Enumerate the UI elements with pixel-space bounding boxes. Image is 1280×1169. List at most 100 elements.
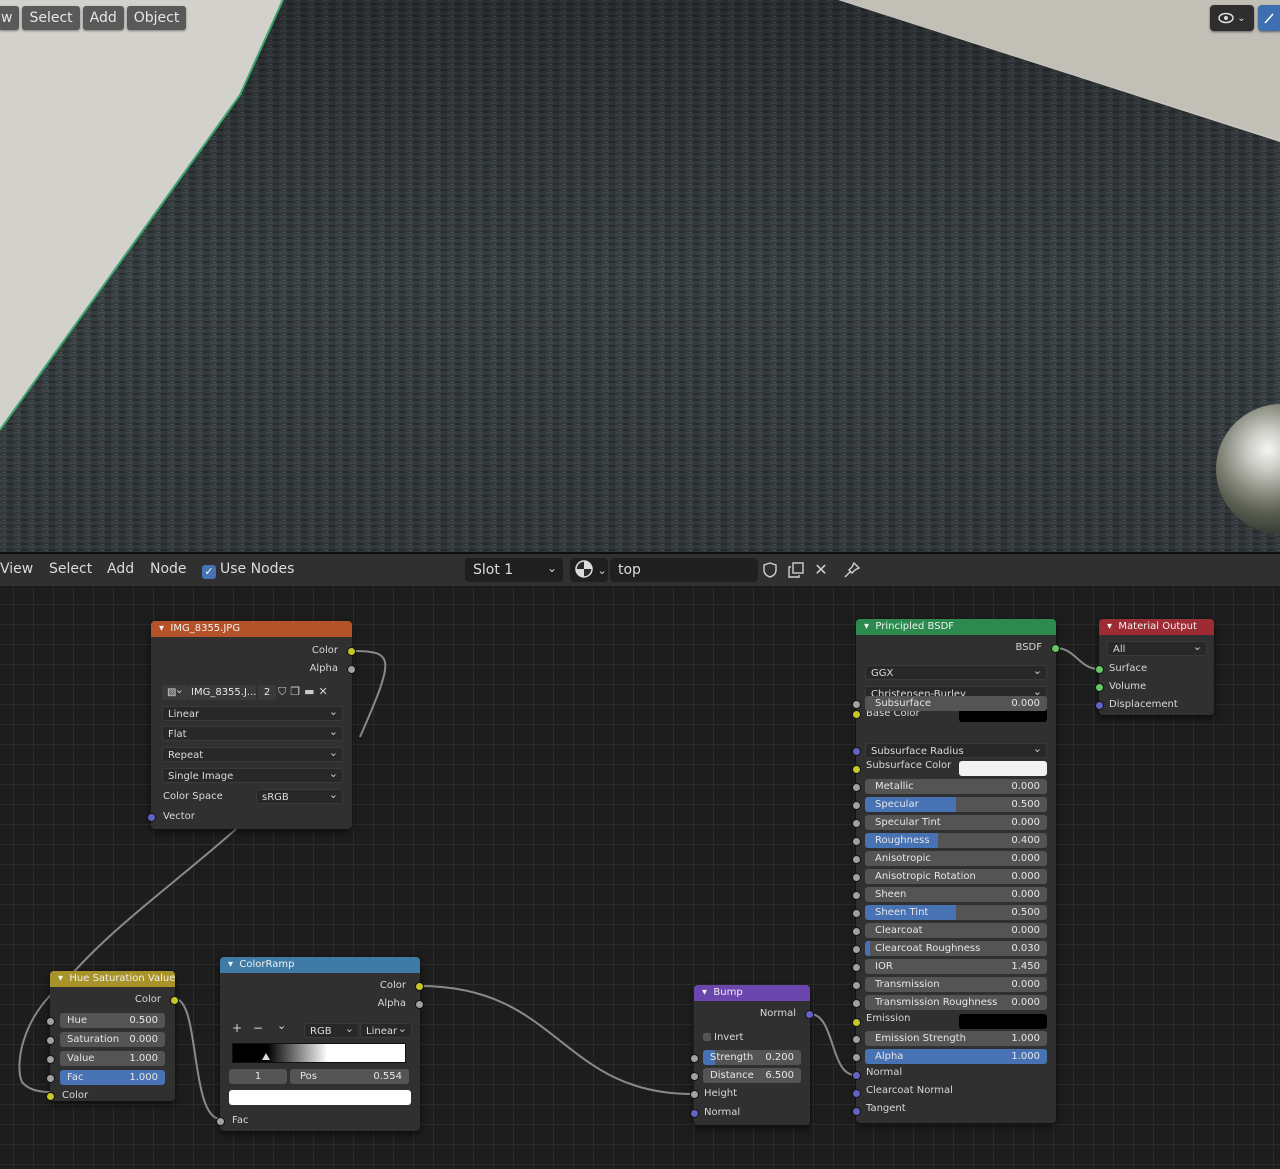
transmission-field[interactable]: Transmission 0.000 — [865, 977, 1047, 992]
output-alpha-socket[interactable] — [347, 665, 356, 674]
input-fac-socket[interactable] — [216, 1117, 225, 1126]
input-vector-socket[interactable] — [147, 813, 156, 822]
input-specular-socket[interactable] — [852, 801, 861, 810]
subsurface-field[interactable]: Subsurface 0.000 — [865, 696, 1047, 711]
colorramp-node[interactable]: ▾ ColorRamp Color Alpha + − ⌄ RGB Linear… — [216, 957, 424, 1131]
stop-index-field[interactable]: 1 — [229, 1069, 287, 1084]
extension-dropdown[interactable]: Repeat — [162, 747, 343, 762]
input-emission-socket[interactable] — [852, 1018, 861, 1027]
menu-node[interactable]: Node — [150, 561, 187, 577]
input-tangent-socket[interactable] — [852, 1107, 861, 1116]
node-header[interactable]: ▾ IMG_8355.JPG — [151, 621, 352, 637]
node-header[interactable]: ▾ Principled BSDF — [856, 619, 1056, 635]
use-nodes-toggle[interactable]: ✓ Use Nodes — [202, 561, 294, 579]
input-emission-strength-socket[interactable] — [852, 1035, 861, 1044]
ior-field[interactable]: IOR 1.450 — [865, 959, 1047, 974]
input-distance-socket[interactable] — [690, 1072, 699, 1081]
invert-checkbox-row[interactable]: Invert — [694, 1029, 810, 1046]
output-bsdf-socket[interactable] — [1051, 644, 1060, 653]
input-normal-socket[interactable] — [852, 1071, 861, 1080]
input-subsurface-color-socket[interactable] — [852, 765, 861, 774]
chevron-down-icon[interactable]: ⌄ — [277, 1019, 286, 1032]
input-saturation-socket[interactable] — [46, 1036, 55, 1045]
anisotropic-rotation-field[interactable]: Anisotropic Rotation 0.000 — [865, 869, 1047, 884]
input-clearcoat-socket[interactable] — [852, 927, 861, 936]
input-metallic-socket[interactable] — [852, 783, 861, 792]
output-alpha-socket[interactable] — [415, 1000, 424, 1009]
slot-dropdown[interactable]: Slot 1 ⌄ — [465, 558, 563, 582]
input-value-socket[interactable] — [46, 1055, 55, 1064]
anisotropic-field[interactable]: Anisotropic 0.000 — [865, 851, 1047, 866]
output-color-socket[interactable] — [347, 647, 356, 656]
stop-position-field[interactable]: Pos 0.554 — [290, 1069, 409, 1084]
sheen-tint-field[interactable]: Sheen Tint 0.500 — [865, 905, 1047, 920]
folder-icon[interactable]: ▬ — [304, 685, 318, 698]
subsurface-color-swatch[interactable] — [959, 761, 1047, 776]
material-name-field[interactable]: top — [610, 558, 758, 582]
interpolation-dropdown[interactable]: Linear — [162, 706, 343, 721]
gizmo-toggle[interactable] — [1258, 5, 1280, 31]
sheen-field[interactable]: Sheen 0.000 — [865, 887, 1047, 902]
input-alpha-socket[interactable] — [852, 1053, 861, 1062]
input-hue-socket[interactable] — [46, 1017, 55, 1026]
input-normal-socket[interactable] — [690, 1109, 699, 1118]
input-height-socket[interactable] — [690, 1090, 699, 1099]
specular-tint-field[interactable]: Specular Tint 0.000 — [865, 815, 1047, 830]
principled-bsdf-node[interactable]: ▾ Principled BSDF BSDF GGX Christensen-B… — [852, 619, 1060, 1123]
input-volume-socket[interactable] — [1095, 683, 1104, 692]
input-specular-tint-socket[interactable] — [852, 819, 861, 828]
viewport-menu-add[interactable]: Add — [82, 6, 124, 30]
input-ior-socket[interactable] — [852, 963, 861, 972]
input-transmission-roughness-socket[interactable] — [852, 999, 861, 1008]
material-output-node[interactable]: ▾ Material Output All Surface Volume Dis… — [1095, 619, 1214, 715]
visibility-dropdown[interactable]: ⌄ — [1210, 5, 1254, 31]
output-color-socket[interactable] — [415, 982, 424, 991]
hue-field[interactable]: Hue 0.500 — [60, 1013, 165, 1028]
input-transmission-socket[interactable] — [852, 981, 861, 990]
material-browse-button[interactable]: ⌄ — [570, 558, 608, 582]
3d-viewport[interactable]: w Select Add Object ⌄ — [0, 0, 1280, 552]
node-header[interactable]: ▾ Hue Saturation Value — [50, 971, 175, 987]
distribution-dropdown[interactable]: GGX — [865, 665, 1047, 680]
input-displacement-socket[interactable] — [1095, 701, 1104, 710]
alpha-field[interactable]: Alpha 1.000 — [865, 1049, 1047, 1064]
input-surface-socket[interactable] — [1095, 665, 1104, 674]
transmission-roughness-field[interactable]: Transmission Roughness 0.000 — [865, 995, 1047, 1010]
subsurface-radius-dropdown[interactable]: Subsurface Radius — [865, 743, 1047, 758]
menu-select[interactable]: Select — [49, 561, 92, 577]
node-header[interactable]: ▾ ColorRamp — [220, 957, 420, 973]
duplicate-icon[interactable]: ❐ — [290, 685, 304, 698]
color-ramp-gradient[interactable] — [232, 1043, 406, 1063]
add-stop-button[interactable]: + — [232, 1021, 242, 1035]
close-icon[interactable]: ✕ — [809, 558, 833, 582]
image-texture-node[interactable]: ▾ IMG_8355.JPG Color Alpha ▧ IMG_8355.J.… — [147, 621, 356, 829]
input-subsurface-socket[interactable] — [852, 700, 861, 709]
color-mode-dropdown[interactable]: RGB — [304, 1023, 359, 1038]
target-dropdown[interactable]: All — [1107, 641, 1207, 656]
bump-node[interactable]: ▾ Bump Normal Invert Strength 0.200 Dista… — [690, 985, 814, 1125]
viewport-menu-view[interactable]: w — [0, 6, 20, 30]
ramp-stop-0[interactable] — [262, 1053, 270, 1060]
viewport-menu-object[interactable]: Object — [126, 6, 187, 30]
stop-color-swatch[interactable] — [229, 1090, 411, 1105]
input-color-socket[interactable] — [46, 1092, 55, 1101]
viewport-menu-select[interactable]: Select — [22, 6, 80, 30]
input-clearcoat-roughness-socket[interactable] — [852, 945, 861, 954]
roughness-field[interactable]: Roughness 0.400 — [865, 833, 1047, 848]
input-anisotropic-rotation-socket[interactable] — [852, 873, 861, 882]
image-name-field[interactable]: IMG_8355.J... — [188, 685, 256, 700]
emission-strength-field[interactable]: Emission Strength 1.000 — [865, 1031, 1047, 1046]
interpolation-dropdown[interactable]: Linear — [360, 1023, 412, 1038]
fake-user-shield-icon[interactable] — [758, 558, 782, 582]
input-subsurface-radius-socket[interactable] — [852, 747, 861, 756]
fake-user-shield-icon[interactable]: ⛉ — [278, 685, 290, 698]
ramp-stop-1[interactable] — [325, 1049, 335, 1059]
checkmark-icon[interactable]: ✓ — [202, 565, 216, 579]
image-users-count[interactable]: 2 — [258, 685, 276, 700]
input-anisotropic-socket[interactable] — [852, 855, 861, 864]
clearcoat-field[interactable]: Clearcoat 0.000 — [865, 923, 1047, 938]
clearcoat-roughness-field[interactable]: Clearcoat Roughness 0.030 — [865, 941, 1047, 956]
input-roughness-socket[interactable] — [852, 837, 861, 846]
input-base-color-socket[interactable] — [852, 710, 861, 719]
output-normal-socket[interactable] — [805, 1010, 814, 1019]
